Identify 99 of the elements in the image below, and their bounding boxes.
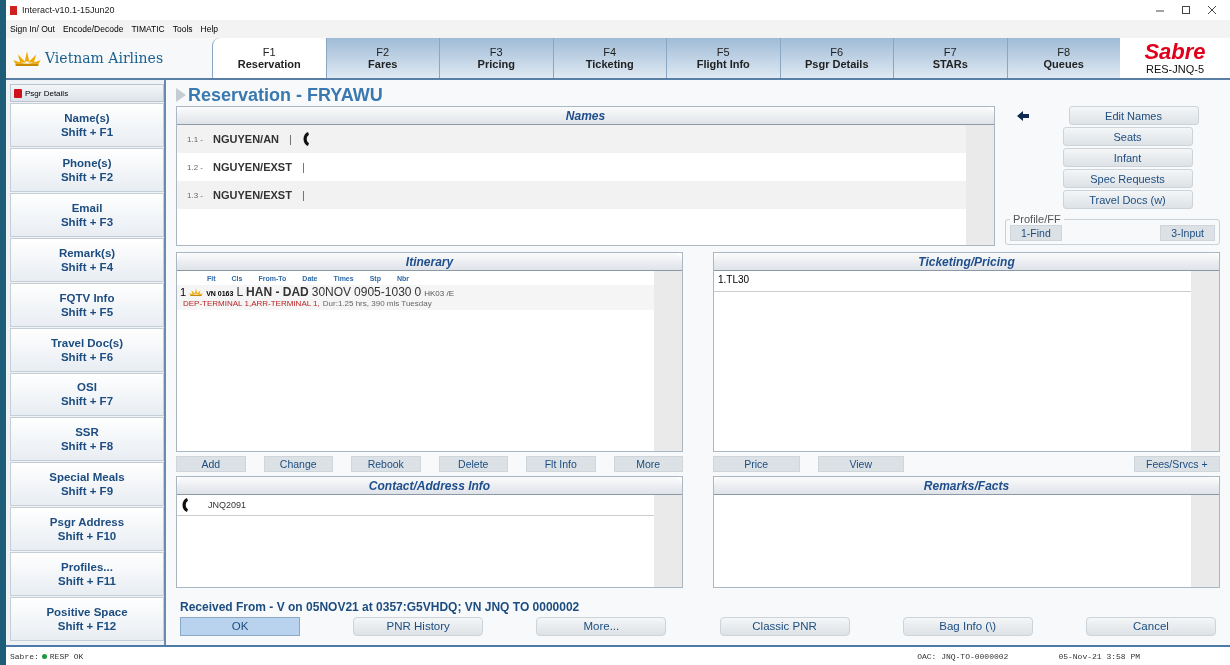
itinerary-button[interactable]: Flt Info bbox=[526, 456, 596, 472]
brand-logo: Sabre bbox=[1144, 41, 1206, 63]
triangle-icon bbox=[176, 88, 186, 102]
ticketing-button[interactable]: Fees/Srvcs + bbox=[1133, 456, 1220, 472]
terminal-info: DEP-TERMINAL 1,ARR-TERMINAL 1, bbox=[183, 299, 320, 308]
phone-icon bbox=[181, 498, 188, 512]
panel-header: Contact/Address Info bbox=[177, 477, 682, 495]
sidebar-button[interactable]: Email Shift + F3 bbox=[10, 192, 164, 237]
station-id: RES-JNQ-5 bbox=[1145, 63, 1205, 75]
close-icon[interactable] bbox=[1208, 6, 1216, 14]
menu-item[interactable]: Help bbox=[200, 24, 219, 34]
ticketing-button[interactable]: Price bbox=[713, 456, 800, 472]
flight-details: Dur:1.25 hrs, 390 mls Tuesday bbox=[322, 299, 432, 308]
name-number: 1.1 - bbox=[187, 134, 203, 144]
itinerary-button[interactable]: Change bbox=[263, 456, 333, 472]
booking-class: L bbox=[236, 285, 244, 299]
app-icon bbox=[10, 5, 17, 15]
sidebar-button[interactable]: SSR Shift + F8 bbox=[10, 417, 164, 462]
panel-button[interactable]: Infant bbox=[1062, 148, 1193, 167]
footer-button[interactable]: Classic PNR bbox=[719, 616, 850, 636]
menu-item[interactable]: TIMATIC bbox=[131, 24, 165, 34]
separator: | bbox=[301, 189, 305, 201]
footer-button[interactable]: Bag Info (\) bbox=[902, 616, 1033, 636]
panel-header: Ticketing/Pricing bbox=[714, 253, 1219, 271]
lotus-logo-icon bbox=[12, 50, 42, 66]
panel-header: Remarks/Facts bbox=[714, 477, 1219, 495]
ticketing-line: 1.TL30 bbox=[714, 271, 1191, 292]
status-dot bbox=[41, 653, 47, 659]
status-datetime: 05-Nov-21 3:58 PM bbox=[1058, 651, 1140, 661]
group-label: Profile/FF bbox=[1012, 213, 1062, 225]
footer-button[interactable]: PNR History bbox=[353, 616, 484, 636]
sidebar-button[interactable]: OSI Shift + F7 bbox=[10, 372, 164, 417]
window-title: Interact-v10.1-15Jun20 bbox=[22, 5, 115, 15]
route: HAN - DAD bbox=[246, 285, 309, 299]
menu-item[interactable]: Encode/Decode bbox=[62, 24, 124, 34]
sidebar-button[interactable]: Profiles... Shift + F11 bbox=[10, 552, 164, 597]
flight-date: 30NOV bbox=[311, 285, 352, 299]
segment-status: HK03 /E bbox=[424, 289, 454, 298]
scrollbar[interactable] bbox=[966, 125, 994, 245]
itinerary-button[interactable]: More bbox=[613, 456, 683, 472]
tab[interactable]: F4 Ticketing bbox=[552, 38, 666, 78]
page-title: Reservation - FRYAWU bbox=[188, 84, 383, 106]
passenger-name: NGUYEN/EXST bbox=[213, 189, 292, 201]
panel-button[interactable]: Edit Names bbox=[1068, 106, 1199, 125]
lotus-icon bbox=[189, 288, 204, 296]
contact-entry: JNQ2091 bbox=[208, 500, 247, 510]
tab[interactable]: F6 Psgr Details bbox=[779, 38, 893, 78]
flight-times: 0905-1030 bbox=[354, 285, 412, 299]
scrollbar[interactable] bbox=[1191, 495, 1219, 587]
logo-icon bbox=[14, 88, 22, 98]
sidebar-button[interactable]: Travel Doc(s) Shift + F6 bbox=[10, 327, 164, 372]
received-from-text: Received From - V on 05NOV21 at 0357:G5VHDQ; VN JNQ TO 0000002 bbox=[179, 599, 581, 614]
passenger-name: NGUYEN/AN bbox=[213, 133, 280, 145]
sidebar-button[interactable]: Psgr Address Shift + F10 bbox=[10, 507, 164, 552]
scrollbar[interactable] bbox=[1191, 271, 1219, 451]
footer-button[interactable]: Cancel bbox=[1085, 616, 1216, 636]
panel-button[interactable]: Spec Requests bbox=[1062, 169, 1193, 188]
footer-button[interactable]: More... bbox=[536, 616, 667, 636]
sidebar-button[interactable]: Name(s) Shift + F1 bbox=[10, 103, 164, 147]
segment-number: 1 bbox=[180, 286, 187, 298]
maximize-icon[interactable] bbox=[1182, 6, 1190, 14]
menu-item[interactable]: Tools bbox=[172, 24, 193, 34]
scrollbar[interactable] bbox=[654, 271, 682, 451]
sidebar-button[interactable]: Phone(s) Shift + F2 bbox=[10, 147, 164, 192]
separator: | bbox=[301, 161, 305, 173]
airline-logo: Vietnam Airlines bbox=[45, 50, 164, 66]
arrow-left-icon bbox=[1016, 110, 1029, 121]
tab[interactable]: F7 STARs bbox=[893, 38, 1007, 78]
tab[interactable]: F2 Fares bbox=[325, 38, 439, 78]
menu-item[interactable]: Sign In/ Out bbox=[10, 24, 55, 34]
sidebar-button[interactable]: Positive Space Shift + F12 bbox=[10, 597, 164, 642]
name-number: 1.3 - bbox=[187, 190, 203, 200]
profile-button[interactable]: 3-Input bbox=[1160, 225, 1215, 241]
sidebar-title: Psgr Details bbox=[25, 88, 69, 98]
stops: 0 bbox=[414, 285, 422, 299]
name-number: 1.2 - bbox=[187, 162, 203, 172]
panel-header: Itinerary bbox=[177, 253, 682, 271]
status-system: Sabre: bbox=[10, 651, 39, 661]
tab[interactable]: F3 Pricing bbox=[439, 38, 553, 78]
footer-button[interactable]: OK bbox=[180, 616, 300, 636]
sidebar-button[interactable]: Special Meals Shift + F9 bbox=[10, 462, 164, 507]
status-oac: OAC: JNQ-TO-0000002 bbox=[917, 651, 1009, 661]
itinerary-button[interactable]: Delete bbox=[438, 456, 508, 472]
tab[interactable]: F5 Flight Info bbox=[666, 38, 780, 78]
panel-header: Names bbox=[177, 107, 994, 125]
panel-button[interactable]: Travel Docs (w) bbox=[1062, 190, 1193, 209]
tab[interactable]: F8 Queues bbox=[1006, 38, 1120, 78]
status-response: RESP OK bbox=[49, 651, 84, 661]
sidebar-button[interactable]: FQTV Info Shift + F5 bbox=[10, 282, 164, 327]
profile-button[interactable]: 1-Find bbox=[1010, 225, 1062, 241]
ticketing-button[interactable]: View bbox=[817, 456, 904, 472]
itinerary-button[interactable]: Add bbox=[176, 456, 246, 472]
sidebar-button[interactable]: Remark(s) Shift + F4 bbox=[10, 237, 164, 282]
separator: | bbox=[289, 133, 292, 145]
scrollbar[interactable] bbox=[654, 495, 682, 587]
itinerary-button[interactable]: Rebook bbox=[351, 456, 421, 472]
panel-button[interactable]: Seats bbox=[1062, 127, 1193, 146]
tab[interactable]: F1 Reservation bbox=[212, 38, 326, 78]
passenger-name: NGUYEN/EXST bbox=[213, 161, 292, 173]
